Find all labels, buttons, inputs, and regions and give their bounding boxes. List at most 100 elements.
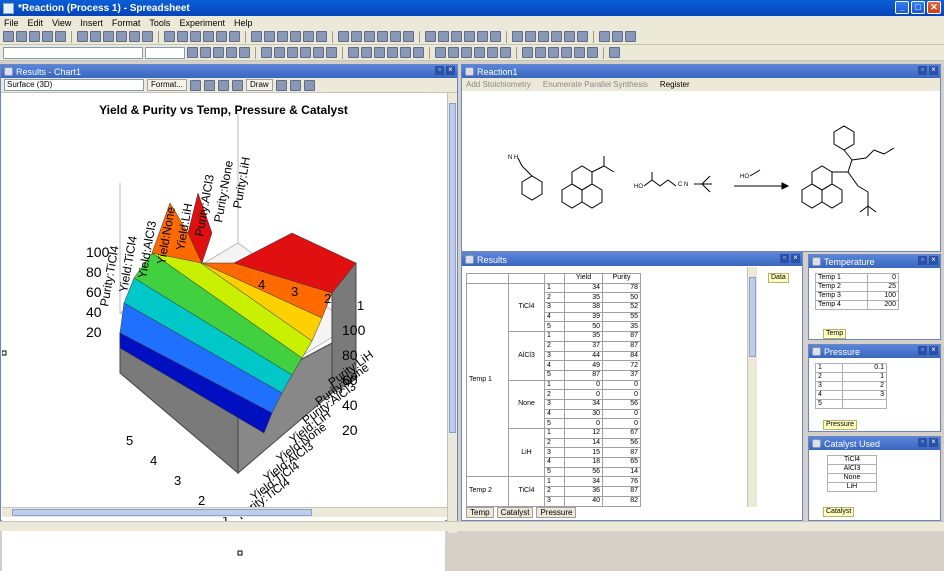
temperature-cell[interactable]: Temp 3 [815, 291, 868, 301]
purity-cell[interactable]: 52 [602, 302, 641, 313]
toolbar-button-icon[interactable] [261, 47, 272, 58]
purity-cell[interactable]: 65 [602, 457, 641, 468]
toolbar-button-icon[interactable] [55, 31, 66, 42]
header-cell[interactable] [544, 273, 565, 284]
temperature-cell[interactable]: Temp 1 [815, 273, 868, 283]
chart-area[interactable]: Yield & Purity vs Temp, Pressure & Catal… [2, 93, 445, 571]
catalyst-group-cell[interactable]: AlCl3 [508, 331, 545, 381]
toolbar-button-icon[interactable] [374, 47, 385, 58]
pressure-cell[interactable]: 3 [815, 381, 843, 391]
purity-cell[interactable]: 35 [602, 321, 641, 333]
toolbar-button-icon[interactable] [103, 31, 114, 42]
toolbar-button-icon[interactable] [577, 31, 588, 42]
toolbar-button-icon[interactable] [142, 31, 153, 42]
temperature-cell[interactable]: Temp 4 [815, 300, 868, 310]
menu-insert[interactable]: Insert [80, 18, 103, 28]
panel-restore-button[interactable]: ▫ [918, 438, 927, 447]
font-name-select[interactable] [3, 46, 143, 59]
menu-tools[interactable]: Tools [149, 18, 170, 28]
toolbar-button-icon[interactable] [564, 31, 575, 42]
pressure-cell[interactable]: 1 [841, 372, 888, 382]
pressure-index-cell[interactable]: 1 [544, 476, 565, 488]
purity-cell[interactable]: 56 [602, 398, 641, 410]
pressure-index-cell[interactable]: 4 [544, 311, 565, 323]
panel-restore-button[interactable]: ▫ [780, 254, 789, 263]
toolbar-button-icon[interactable] [609, 47, 620, 58]
pressure-index-cell[interactable]: 3 [544, 350, 565, 362]
header-cell[interactable] [466, 273, 509, 284]
toolbar-button-icon[interactable] [116, 31, 127, 42]
yield-cell[interactable]: 50 [564, 321, 603, 333]
pressure-index-cell[interactable]: 2 [544, 292, 565, 304]
toolbar-button-icon[interactable] [561, 47, 572, 58]
panel-close-button[interactable]: × [791, 254, 800, 263]
rotate-icon[interactable] [303, 79, 315, 91]
toolbar-button-icon[interactable] [200, 47, 211, 58]
pressure-index-cell[interactable]: 4 [544, 408, 565, 420]
toolbar-button-icon[interactable] [403, 31, 414, 42]
temp-group-cell[interactable]: Temp 1 [466, 282, 509, 478]
pressure-index-cell[interactable]: 5 [544, 369, 565, 381]
pressure-index-cell[interactable]: 1 [544, 379, 565, 391]
column-header[interactable]: Purity [602, 273, 641, 284]
toolbar-button-icon[interactable] [487, 47, 498, 58]
yield-cell[interactable]: 14 [564, 437, 603, 449]
pressure-index-cell[interactable]: 5 [544, 418, 565, 429]
temp-group-cell[interactable]: Temp 2 [466, 476, 509, 507]
panel-restore-button[interactable]: ▫ [435, 66, 444, 75]
panel-restore-button[interactable]: ▫ [918, 346, 927, 355]
toolbar-button-icon[interactable] [490, 31, 501, 42]
toolbar-button-icon[interactable] [251, 31, 262, 42]
catalyst-group-cell[interactable]: TiCl4 [508, 476, 545, 507]
purity-cell[interactable]: 87 [602, 447, 641, 459]
temperature-cell[interactable]: 100 [866, 291, 900, 301]
data-tag[interactable]: Data [768, 273, 789, 283]
yield-cell[interactable]: 18 [564, 457, 603, 468]
toolbar-button-icon[interactable] [300, 47, 311, 58]
yield-cell[interactable]: 0 [564, 379, 603, 391]
yield-cell[interactable]: 36 [564, 486, 603, 497]
pressure-cell[interactable]: 1 [815, 363, 843, 373]
toolbar-button-icon[interactable] [274, 47, 285, 58]
pressure-tag[interactable]: Pressure [823, 420, 858, 430]
purity-cell[interactable]: 37 [602, 369, 641, 381]
purity-cell[interactable]: 84 [602, 350, 641, 362]
toolbar-button-icon[interactable] [77, 31, 88, 42]
temperature-cell[interactable]: 200 [866, 300, 900, 310]
yield-cell[interactable]: 34 [564, 282, 603, 294]
draw-button[interactable]: Draw [246, 79, 273, 91]
toolbar-button-icon[interactable] [277, 31, 288, 42]
chart-vscroll[interactable] [447, 93, 457, 533]
toolbar-button-icon[interactable] [438, 31, 449, 42]
toolbar-button-icon[interactable] [213, 47, 224, 58]
pressure-index-cell[interactable]: 5 [544, 466, 565, 478]
menu-help[interactable]: Help [234, 18, 253, 28]
yield-cell[interactable]: 0 [564, 418, 603, 429]
close-button[interactable]: ✕ [927, 1, 941, 14]
toolbar-button-icon[interactable] [216, 31, 227, 42]
results-table[interactable]: Yield Purity Temp 1 TiCl4 1 34 78 2 35 50 3 38 52 4 39… [466, 273, 641, 507]
toolbar-button-icon[interactable] [361, 47, 372, 58]
menu-view[interactable]: View [52, 18, 71, 28]
temperature-table[interactable]: Temp 1 0 Temp 2 25 Temp 3 100 Temp 4 200 [815, 273, 900, 310]
purity-cell[interactable]: 87 [602, 331, 641, 342]
toolbar-button-icon[interactable] [16, 31, 27, 42]
minimize-button[interactable]: _ [895, 1, 909, 14]
toolbar-button-icon[interactable] [625, 31, 636, 42]
toolbar-button-icon[interactable] [525, 31, 536, 42]
toolbar-button-icon[interactable] [522, 47, 533, 58]
catalyst-cell[interactable]: TiCl4 [827, 455, 877, 465]
panel-close-button[interactable]: × [929, 438, 938, 447]
pressure-table[interactable]: 1 0.1 2 1 3 2 4 3 5 [815, 363, 888, 409]
temperature-cell[interactable]: 0 [866, 273, 900, 283]
toolbar-button-icon[interactable] [599, 31, 610, 42]
panel-restore-button[interactable]: ▫ [918, 256, 927, 265]
toolbar-button-icon[interactable] [129, 31, 140, 42]
toolbar-button-icon[interactable] [42, 31, 53, 42]
toolbar-button-icon[interactable] [239, 47, 250, 58]
pressure-index-cell[interactable]: 3 [544, 447, 565, 459]
pressure-cell[interactable]: 2 [841, 381, 888, 391]
pressure-index-cell[interactable]: 2 [544, 340, 565, 352]
register-button[interactable]: Register [660, 80, 690, 89]
toolbar-button-icon[interactable] [177, 31, 188, 42]
